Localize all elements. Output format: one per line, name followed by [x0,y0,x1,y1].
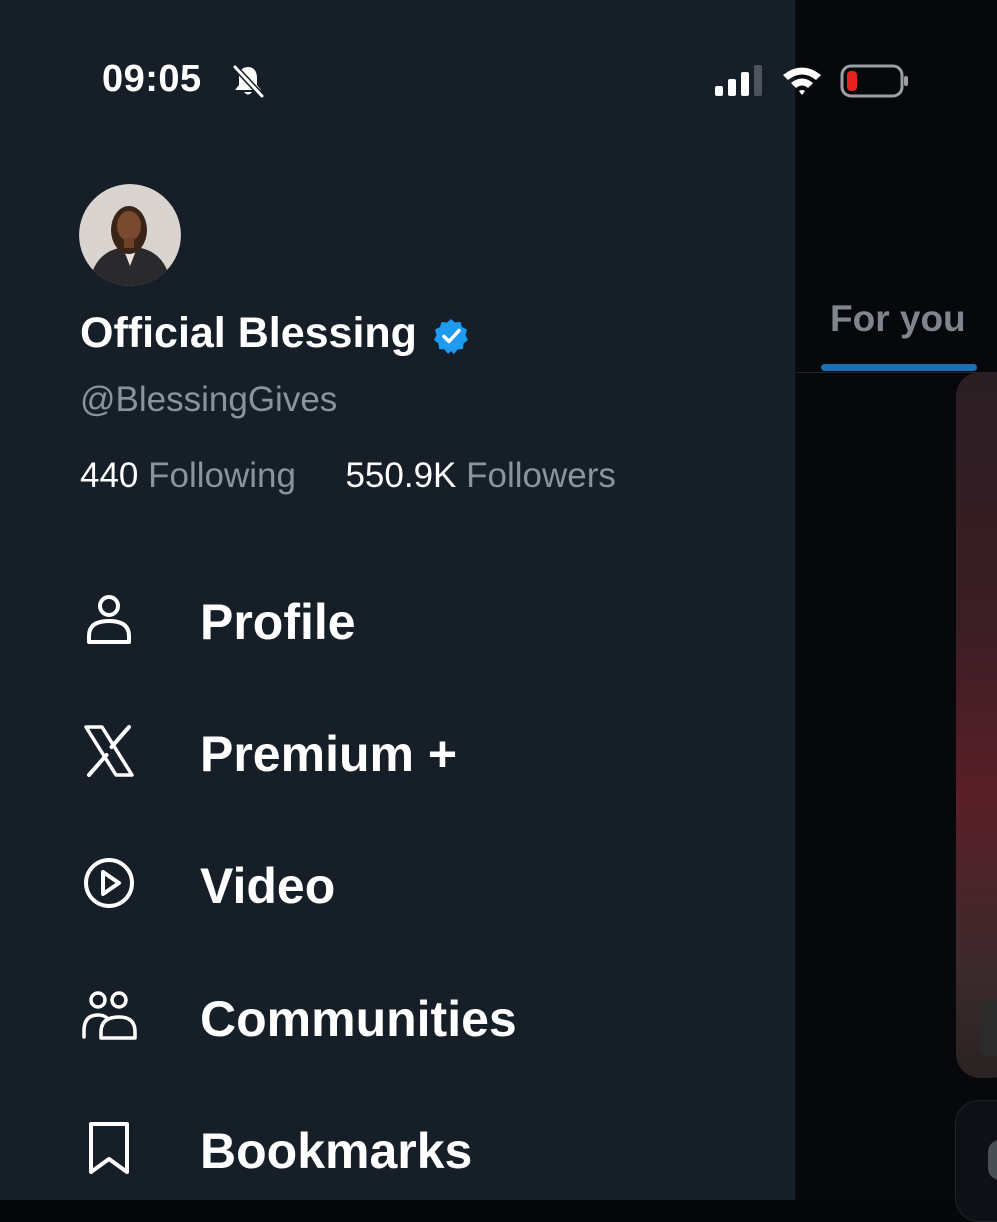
menu-label-premium: Premium + [200,726,458,782]
following-link[interactable]: 440 Following [80,456,306,495]
tab-for-you[interactable]: For you [830,298,966,340]
menu-label-communities: Communities [200,991,517,1047]
battery-low-icon [840,64,908,98]
feed-media-card[interactable] [956,372,997,1078]
menu-item-video[interactable]: Video [0,827,795,937]
menu-label-profile: Profile [200,594,356,650]
followers-link[interactable]: 550.9K Followers [336,456,616,495]
menu-item-profile[interactable]: Profile [0,563,795,673]
following-count: 440 [80,456,139,495]
verified-badge-icon [434,319,468,354]
bookmark-icon [89,1122,129,1174]
followers-count: 550.9K [345,456,457,495]
avatar[interactable] [79,184,181,286]
menu-item-bookmarks[interactable]: Bookmarks [0,1092,795,1202]
menu-item-premium[interactable]: Premium + [0,695,795,805]
side-drawer: 09:05 Official Blessing @BlessingGives 4… [0,0,908,1202]
feed-card-avatar [988,1140,997,1180]
play-circle-icon [84,858,134,908]
status-time: 09:05 [102,58,202,100]
x-logo-icon [84,725,134,777]
feed-media-button[interactable] [980,1000,997,1056]
people-icon [82,991,137,1040]
menu-label-bookmarks: Bookmarks [200,1123,473,1179]
wifi-icon [783,67,821,95]
followers-label: Followers [466,456,616,495]
display-name[interactable]: Official Blessing [80,309,417,358]
following-label: Following [148,456,296,495]
cellular-signal-icon [715,65,762,96]
feed-divider [795,372,997,373]
tab-active-indicator [821,364,977,371]
menu-item-communities[interactable]: Communities [0,960,795,1070]
person-icon [87,595,131,644]
follow-stats: 440 Following 550.9K Followers [80,456,616,496]
profile-handle: @BlessingGives [80,380,338,419]
bell-slash-icon [232,64,265,99]
menu-label-video: Video [200,858,336,914]
